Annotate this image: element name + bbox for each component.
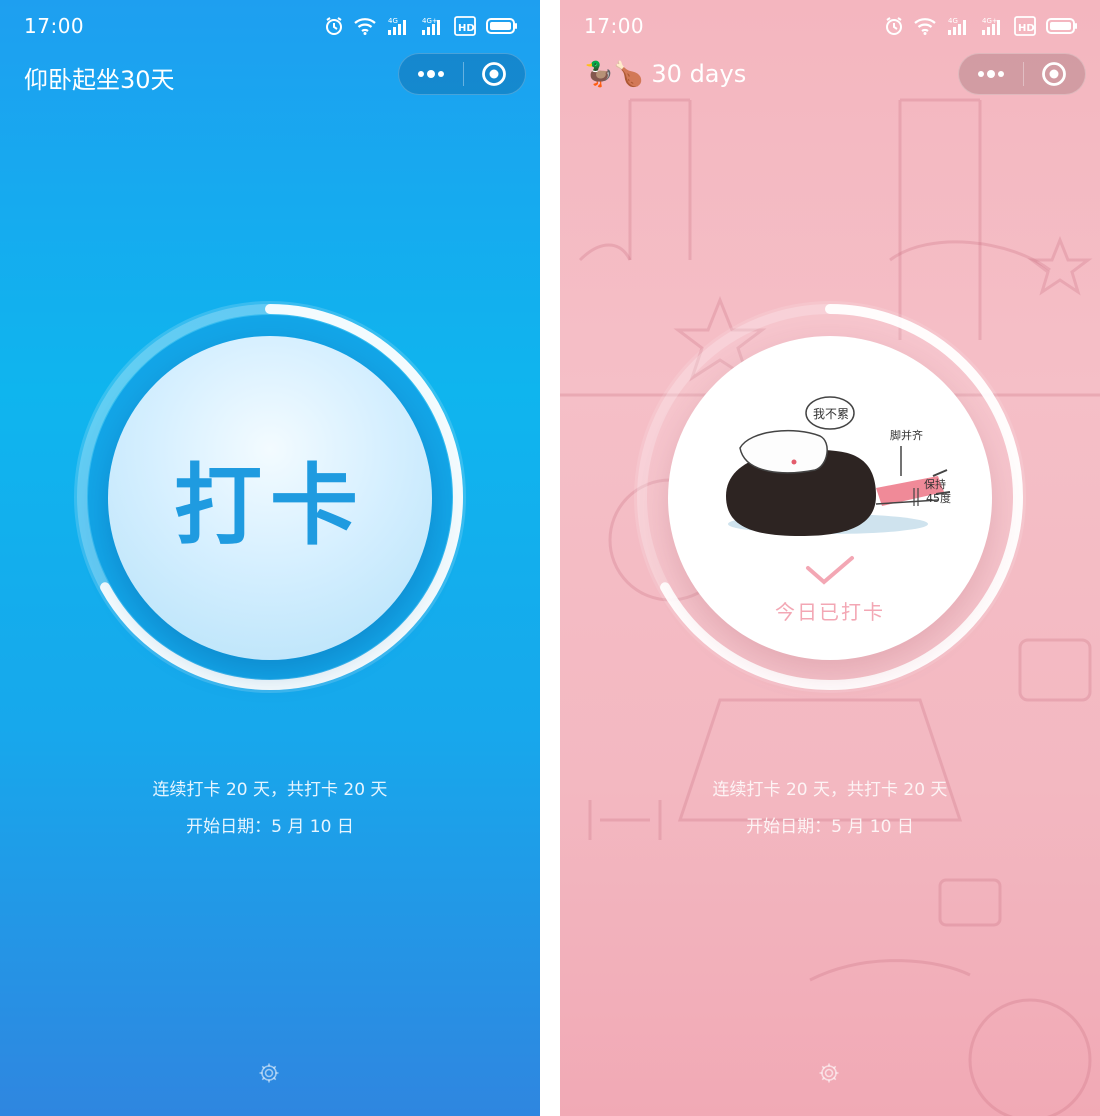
title-text: 30 days <box>651 60 747 88</box>
svg-text:4G: 4G <box>388 17 398 25</box>
svg-text:HD: HD <box>458 23 475 34</box>
blue-checkin-screen: 17:00 4G 4G+ HD 仰卧起坐30天 打卡 连续打卡 20 天，共打卡… <box>0 0 540 1116</box>
close-button[interactable] <box>1023 53 1085 95</box>
stats-block: 连续打卡 20 天，共打卡 20 天 开始日期：5 月 10 日 <box>0 772 540 846</box>
svg-text:4G+: 4G+ <box>982 17 998 25</box>
signal-4g-icon: 4G <box>948 17 966 35</box>
page-title: 🦆🍗 30 days <box>584 60 746 88</box>
streak-text: 连续打卡 20 天，共打卡 20 天 <box>152 780 388 800</box>
checkin-label: 打卡 <box>173 453 366 557</box>
battery-icon <box>1046 18 1077 34</box>
target-close-icon <box>1042 62 1067 86</box>
pink-checkin-screen: 17:00 4G 4G+ HD 🦆🍗 30 days 我不累 脚并齐 保持 45… <box>560 0 1100 1116</box>
battery-icon <box>486 18 517 34</box>
status-bar: 17:00 4G 4G+ HD <box>0 0 540 54</box>
more-dots-icon <box>417 70 444 78</box>
miniprogram-capsule <box>958 53 1086 95</box>
angle-label: 45度 <box>926 491 951 505</box>
close-button[interactable] <box>463 53 525 95</box>
settings-gear-icon[interactable] <box>818 1062 840 1084</box>
status-bar: 17:00 4G 4G+ HD <box>560 0 1100 54</box>
signal-4g-icon: 4G <box>388 17 406 35</box>
signal-4g-plus-icon: 4G+ <box>422 17 440 35</box>
checkin-button[interactable]: 打卡 <box>108 336 432 660</box>
settings-gear-icon[interactable] <box>258 1062 280 1084</box>
speech-bubble-text: 我不累 <box>813 407 849 421</box>
status-icons: 4G 4G+ HD <box>884 16 1078 36</box>
status-time: 17:00 <box>584 14 645 38</box>
wifi-icon <box>914 18 936 35</box>
more-button[interactable] <box>959 53 1023 95</box>
hd-icon: HD <box>1014 16 1036 36</box>
alarm-icon <box>886 17 902 35</box>
target-close-icon <box>482 62 507 86</box>
status-icons: 4G 4G+ HD <box>324 16 518 36</box>
checkmark-icon <box>806 556 854 585</box>
start-date-text: 开始日期：5 月 10 日 <box>746 817 914 837</box>
hd-icon: HD <box>454 16 476 36</box>
wifi-icon <box>354 18 376 35</box>
svg-text:4G: 4G <box>948 17 958 25</box>
signal-4g-plus-icon: 4G+ <box>982 17 1000 35</box>
checked-in-card: 我不累 脚并齐 保持 45度 今日已打卡 <box>668 336 992 660</box>
checked-in-label: 今日已打卡 <box>775 600 885 624</box>
more-button[interactable] <box>399 53 463 95</box>
page-title: 仰卧起坐30天 <box>24 66 175 94</box>
hold-label: 保持 <box>924 477 946 491</box>
svg-text:4G+: 4G+ <box>422 17 438 25</box>
more-dots-icon <box>977 70 1004 78</box>
stats-block: 连续打卡 20 天，共打卡 20 天 开始日期：5 月 10 日 <box>560 772 1100 846</box>
miniprogram-capsule <box>398 53 526 95</box>
alarm-icon <box>326 17 342 35</box>
streak-text: 连续打卡 20 天，共打卡 20 天 <box>712 780 948 800</box>
start-date-text: 开始日期：5 月 10 日 <box>186 817 354 837</box>
svg-text:HD: HD <box>1018 23 1035 34</box>
feet-together-label: 脚并齐 <box>890 428 923 442</box>
title-emoji: 🦆🍗 <box>584 60 644 88</box>
status-time: 17:00 <box>24 14 85 38</box>
